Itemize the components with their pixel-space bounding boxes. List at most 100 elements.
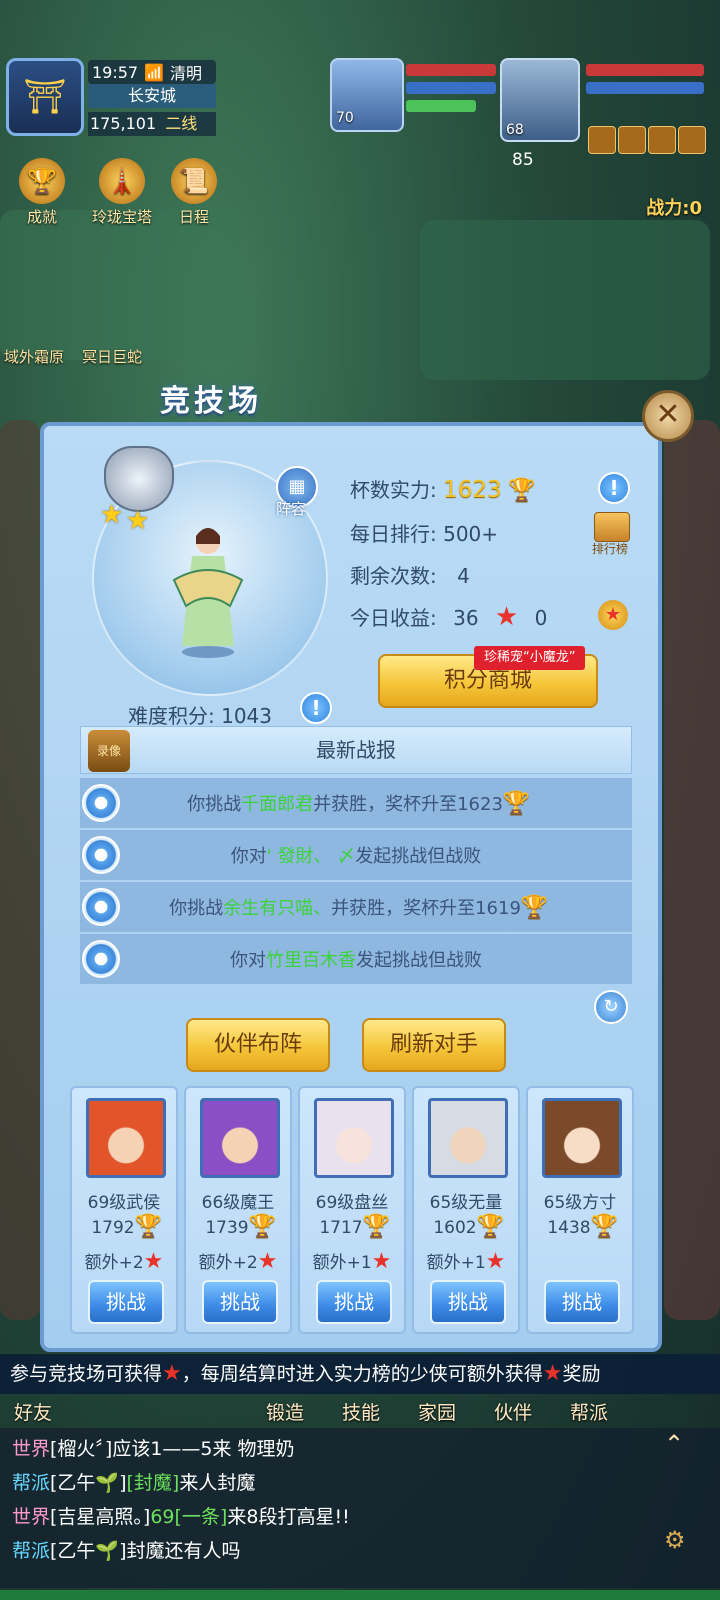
opponent-trophy-value: 1602 (433, 1218, 477, 1238)
achievement-label: 成就 (26, 208, 57, 226)
opponent-card: 65级方寸 1438🏆 挑战 (526, 1086, 634, 1334)
opponent-avatar[interactable] (428, 1098, 508, 1178)
city-name[interactable]: 长安城 (88, 84, 216, 108)
menu-forge[interactable]: 锻造 (266, 1398, 304, 1425)
pagoda-button[interactable]: 🗼 玲珑宝塔 (82, 158, 162, 227)
difficulty-value: 1043 (221, 704, 273, 728)
menu-home[interactable]: 家园 (418, 1398, 456, 1425)
schedule-button[interactable]: 📜 日程 (162, 158, 226, 227)
opponent-avatar[interactable] (86, 1098, 166, 1178)
eye-icon[interactable] (82, 888, 120, 926)
opponent-name: 65级无量 (429, 1193, 503, 1213)
report-suffix: 并获胜，奖杯升至1619 (331, 898, 521, 919)
coords-text: 175,101 (90, 114, 157, 133)
menu-partners[interactable]: 伙伴 (494, 1398, 532, 1425)
trophy-strength-value: 1623 (443, 477, 502, 503)
opponent-card: 65级无量 1602🏆 额外+1★ 挑战 (412, 1086, 520, 1334)
report-prefix: 你对 (230, 846, 267, 867)
eye-icon[interactable] (82, 836, 120, 874)
trophy-strength-row: 杯数实力: 1623 🏆 (350, 474, 535, 503)
earnings-label: 今日收益: (350, 606, 437, 630)
hero-hp-bar (586, 64, 704, 76)
medal-icon: ★ (598, 600, 628, 630)
player-avatar[interactable]: ⛩ (6, 58, 84, 136)
chevron-up-icon[interactable]: ⌃ (664, 1430, 684, 1458)
menu-guild[interactable]: 帮派 (570, 1398, 608, 1425)
menu-friends[interactable]: 好友 (14, 1398, 52, 1425)
opponent-avatar[interactable] (314, 1098, 394, 1178)
report-opponent[interactable]: 竹里百木香 (266, 950, 356, 971)
opponent-card: 69级盘丝 1717🏆 额外+1★ 挑战 (298, 1086, 406, 1334)
leaderboard-button[interactable] (594, 512, 630, 542)
daily-rank-value: 500+ (443, 522, 499, 546)
opponent-extra: 额外+1★ (300, 1248, 404, 1274)
chat-sender[interactable]: [乙午🌱] (50, 1540, 126, 1562)
chat-panel[interactable]: 世界[榴火〞]应该1——5来 物理奶 帮派[乙午🌱][封魔]来人封魔 世界[吉星… (0, 1428, 720, 1588)
info-icon[interactable]: ! (598, 472, 630, 504)
challenge-button[interactable]: 挑战 (316, 1280, 392, 1324)
chat-message: 世界[榴火〞]应该1——5来 物理奶 (12, 1434, 295, 1461)
chat-channel-tag: 帮派 (12, 1540, 51, 1562)
opponent-name: 69级盘丝 (315, 1193, 389, 1213)
opponent-avatar[interactable] (542, 1098, 622, 1178)
chat-channel-tag: 世界 (12, 1506, 51, 1528)
close-button[interactable]: ✕ (642, 390, 694, 442)
chat-sender[interactable]: [乙午🌱] (50, 1472, 126, 1494)
opponent-trophy-value: 1792 (91, 1218, 135, 1238)
report-prefix: 你挑战 (187, 794, 242, 815)
battle-report-header: 最新战报 (80, 726, 632, 774)
opponent-avatar[interactable] (200, 1098, 280, 1178)
info-icon[interactable]: ! (300, 692, 332, 724)
trophy-icon: 🏆 (134, 1214, 163, 1239)
refresh-report-icon[interactable]: ↻ (594, 990, 628, 1024)
opponent-trophies: 1739🏆 (186, 1216, 290, 1239)
side-event-label[interactable]: 冥日巨蛇 (82, 346, 142, 367)
star-icon: ★ (100, 500, 124, 530)
opponent-card: 69级武侯 1792🏆 额外+2★ 挑战 (70, 1086, 178, 1334)
menu-skills[interactable]: 技能 (342, 1398, 380, 1425)
chat-message: 世界[吉星高照。]69[一条]来8段打高星!! (12, 1502, 350, 1529)
remaining-row: 剩余次数: 4 (350, 560, 470, 589)
achievement-button[interactable]: 🏆 成就 (10, 158, 74, 227)
chat-sender[interactable]: [吉星高照。] (50, 1506, 150, 1528)
challenge-button[interactable]: 挑战 (202, 1280, 278, 1324)
buff-icon[interactable] (618, 126, 646, 154)
star-icon: ★ (126, 506, 150, 536)
opponent-extra-value: 额外+2 (198, 1253, 258, 1273)
chat-channel-tag: 世界 (12, 1438, 51, 1460)
pagoda-icon: 🗼 (99, 158, 145, 204)
battle-report-list[interactable]: 你挑战千面郎君并获胜，奖杯升至1623🏆 你对' 發財、 〆发起挑战但战败 你挑… (80, 778, 632, 1008)
replay-label: 录像 (96, 744, 121, 758)
report-opponent[interactable]: 千面郎君 (241, 794, 313, 815)
red-star-icon: ★ (143, 1249, 164, 1274)
opponent-trophy-value: 1739 (205, 1218, 249, 1238)
buff-icon[interactable] (678, 126, 706, 154)
opponent-trophies: 1438🏆 (528, 1216, 632, 1239)
replay-icon[interactable]: 录像 (88, 730, 130, 772)
opponent-extra: 额外+2★ (72, 1248, 176, 1274)
daily-rank-label: 每日排行: (350, 522, 437, 546)
challenge-button[interactable]: 挑战 (430, 1280, 506, 1324)
buff-icon[interactable] (588, 126, 616, 154)
opponent-extra: 额外+1★ (414, 1248, 518, 1274)
challenge-button[interactable]: 挑战 (544, 1280, 620, 1324)
eye-icon[interactable] (82, 940, 120, 978)
refresh-opponents-button[interactable]: 刷新对手 (362, 1018, 506, 1072)
partner-lineup-button[interactable]: 伙伴布阵 (186, 1018, 330, 1072)
chat-text: 应该1——5来 物理奶 (112, 1438, 295, 1460)
scroll-icon: 📜 (171, 158, 217, 204)
gear-icon[interactable]: ⚙ (664, 1526, 686, 1554)
challenge-button[interactable]: 挑战 (88, 1280, 164, 1324)
report-opponent[interactable]: ' 發財、 〆 (267, 846, 355, 867)
report-opponent[interactable]: 余生有只喵、 (223, 898, 331, 919)
buff-icon[interactable] (648, 126, 676, 154)
chat-sender[interactable]: [榴火〞] (50, 1438, 112, 1460)
earnings-stars: 36 (453, 606, 479, 630)
opponent-trophies: 1792🏆 (72, 1214, 176, 1239)
opponent-extra-value: 额外+2 (84, 1253, 144, 1273)
eye-icon[interactable] (82, 784, 120, 822)
side-event-label[interactable]: 域外霜原 (4, 346, 64, 367)
report-prefix: 你挑战 (169, 898, 224, 919)
server-line[interactable]: 二线 (165, 114, 197, 133)
notice-part3: 奖励 (562, 1363, 601, 1385)
